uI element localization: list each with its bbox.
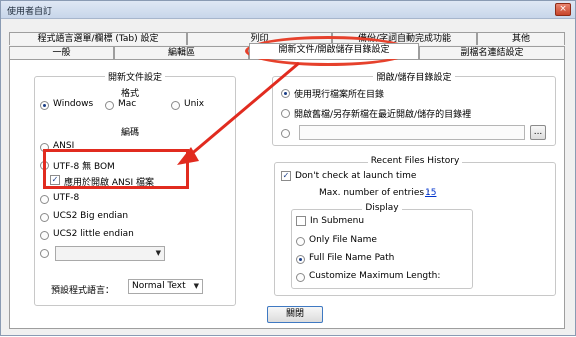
recent-files-title: Recent Files History — [367, 156, 463, 166]
dont-check-label: Don't check at launch time — [295, 171, 417, 181]
encoding-ucs2-little-label: UCS2 little endian — [53, 229, 134, 239]
window-title: 使用者自訂 — [7, 7, 53, 17]
preferences-dialog: 使用者自訂 × 程式語言選單/欄標 (Tab) 設定 列印 備份/字詞自動完成功… — [0, 0, 576, 336]
custom-length-label: Customize Maximum Length: — [309, 271, 441, 281]
in-submenu-checkbox[interactable] — [296, 216, 306, 226]
display-title: Display — [362, 203, 402, 213]
close-button[interactable]: 關閉 — [267, 306, 323, 323]
browse-button[interactable]: ... — [530, 125, 546, 140]
encoding-utf8-radio[interactable] — [40, 195, 49, 204]
dont-check-checkbox[interactable]: ✓ — [281, 171, 291, 181]
default-language-value: Normal Text — [132, 281, 186, 291]
format-mac-radio[interactable] — [105, 101, 114, 110]
encoding-ucs2-big-radio[interactable] — [40, 213, 49, 222]
custom-dir-input[interactable] — [299, 125, 525, 140]
chevron-down-icon: ▼ — [155, 249, 161, 257]
full-path-label: Full File Name Path — [309, 253, 395, 263]
format-windows-radio[interactable] — [40, 101, 49, 110]
use-current-dir-label: 使用現行檔案所在目錄 — [294, 90, 385, 100]
settings-panel: 開新文件設定 格式 Windows Mac Unix 編碼 ANSI UTF-8… — [9, 59, 565, 329]
default-language-label: 預設程式語言： — [51, 286, 115, 296]
remember-last-dir-radio[interactable] — [281, 109, 290, 118]
custom-dir-radio[interactable] — [281, 129, 290, 138]
close-icon[interactable]: × — [555, 3, 571, 16]
format-unix-label: Unix — [184, 99, 205, 109]
default-language-select[interactable]: Normal Text ▼ — [128, 279, 203, 294]
encoding-ucs2-big-label: UCS2 Big endian — [53, 211, 129, 221]
open-save-group: 開啟/儲存目錄設定 使用現行檔案所在目錄 開啟舊檔/另存新檔在最近開啟/儲存的目… — [272, 73, 556, 146]
tab-language-menu[interactable]: 程式語言選單/欄標 (Tab) 設定 — [9, 32, 187, 45]
in-submenu-label: In Submenu — [310, 216, 365, 226]
format-title: 格式 — [121, 89, 140, 99]
recent-files-group: Recent Files History ✓ Don't check at la… — [274, 156, 556, 296]
format-unix-radio[interactable] — [171, 101, 180, 110]
display-group: Display In Submenu Only File Name Full F… — [291, 203, 473, 289]
max-entries-value[interactable]: 15 — [425, 188, 436, 198]
format-mac-label: Mac — [118, 99, 137, 109]
open-save-title: 開啟/儲存目錄設定 — [373, 73, 455, 83]
remember-last-dir-label: 開啟舊檔/另存新檔在最近開啟/儲存的目錄裡 — [294, 110, 472, 120]
encoding-ucs2-little-radio[interactable] — [40, 231, 49, 240]
tab-misc[interactable]: 其他 — [477, 32, 565, 45]
tab-file-association[interactable]: 副檔名連結設定 — [419, 46, 565, 59]
encoding-other-radio[interactable] — [40, 249, 49, 258]
full-path-radio[interactable] — [296, 255, 305, 264]
encoding-utf8-label: UTF-8 — [53, 193, 80, 203]
max-entries-label: Max. number of entries : — [319, 188, 430, 198]
encoding-title: 編碼 — [121, 128, 140, 138]
encoding-other-select[interactable]: ▼ — [55, 246, 165, 261]
chevron-down-icon: ▼ — [193, 282, 199, 290]
custom-length-radio[interactable] — [296, 273, 305, 282]
tab-general[interactable]: 一般 — [9, 46, 114, 59]
format-windows-label: Windows — [53, 99, 94, 109]
encoding-highlight-box — [43, 149, 189, 189]
tab-editing[interactable]: 編輯區 — [114, 46, 249, 59]
new-document-group: 開新文件設定 格式 Windows Mac Unix 編碼 ANSI UTF-8… — [34, 73, 236, 306]
use-current-dir-radio[interactable] — [281, 89, 290, 98]
only-file-name-radio[interactable] — [296, 237, 305, 246]
title-bar: 使用者自訂 × — [1, 1, 575, 19]
tab-new-document[interactable]: 開新文件/開啟儲存目錄設定 — [249, 43, 419, 59]
new-document-title: 開新文件設定 — [104, 73, 165, 83]
only-file-name-label: Only File Name — [309, 235, 377, 245]
